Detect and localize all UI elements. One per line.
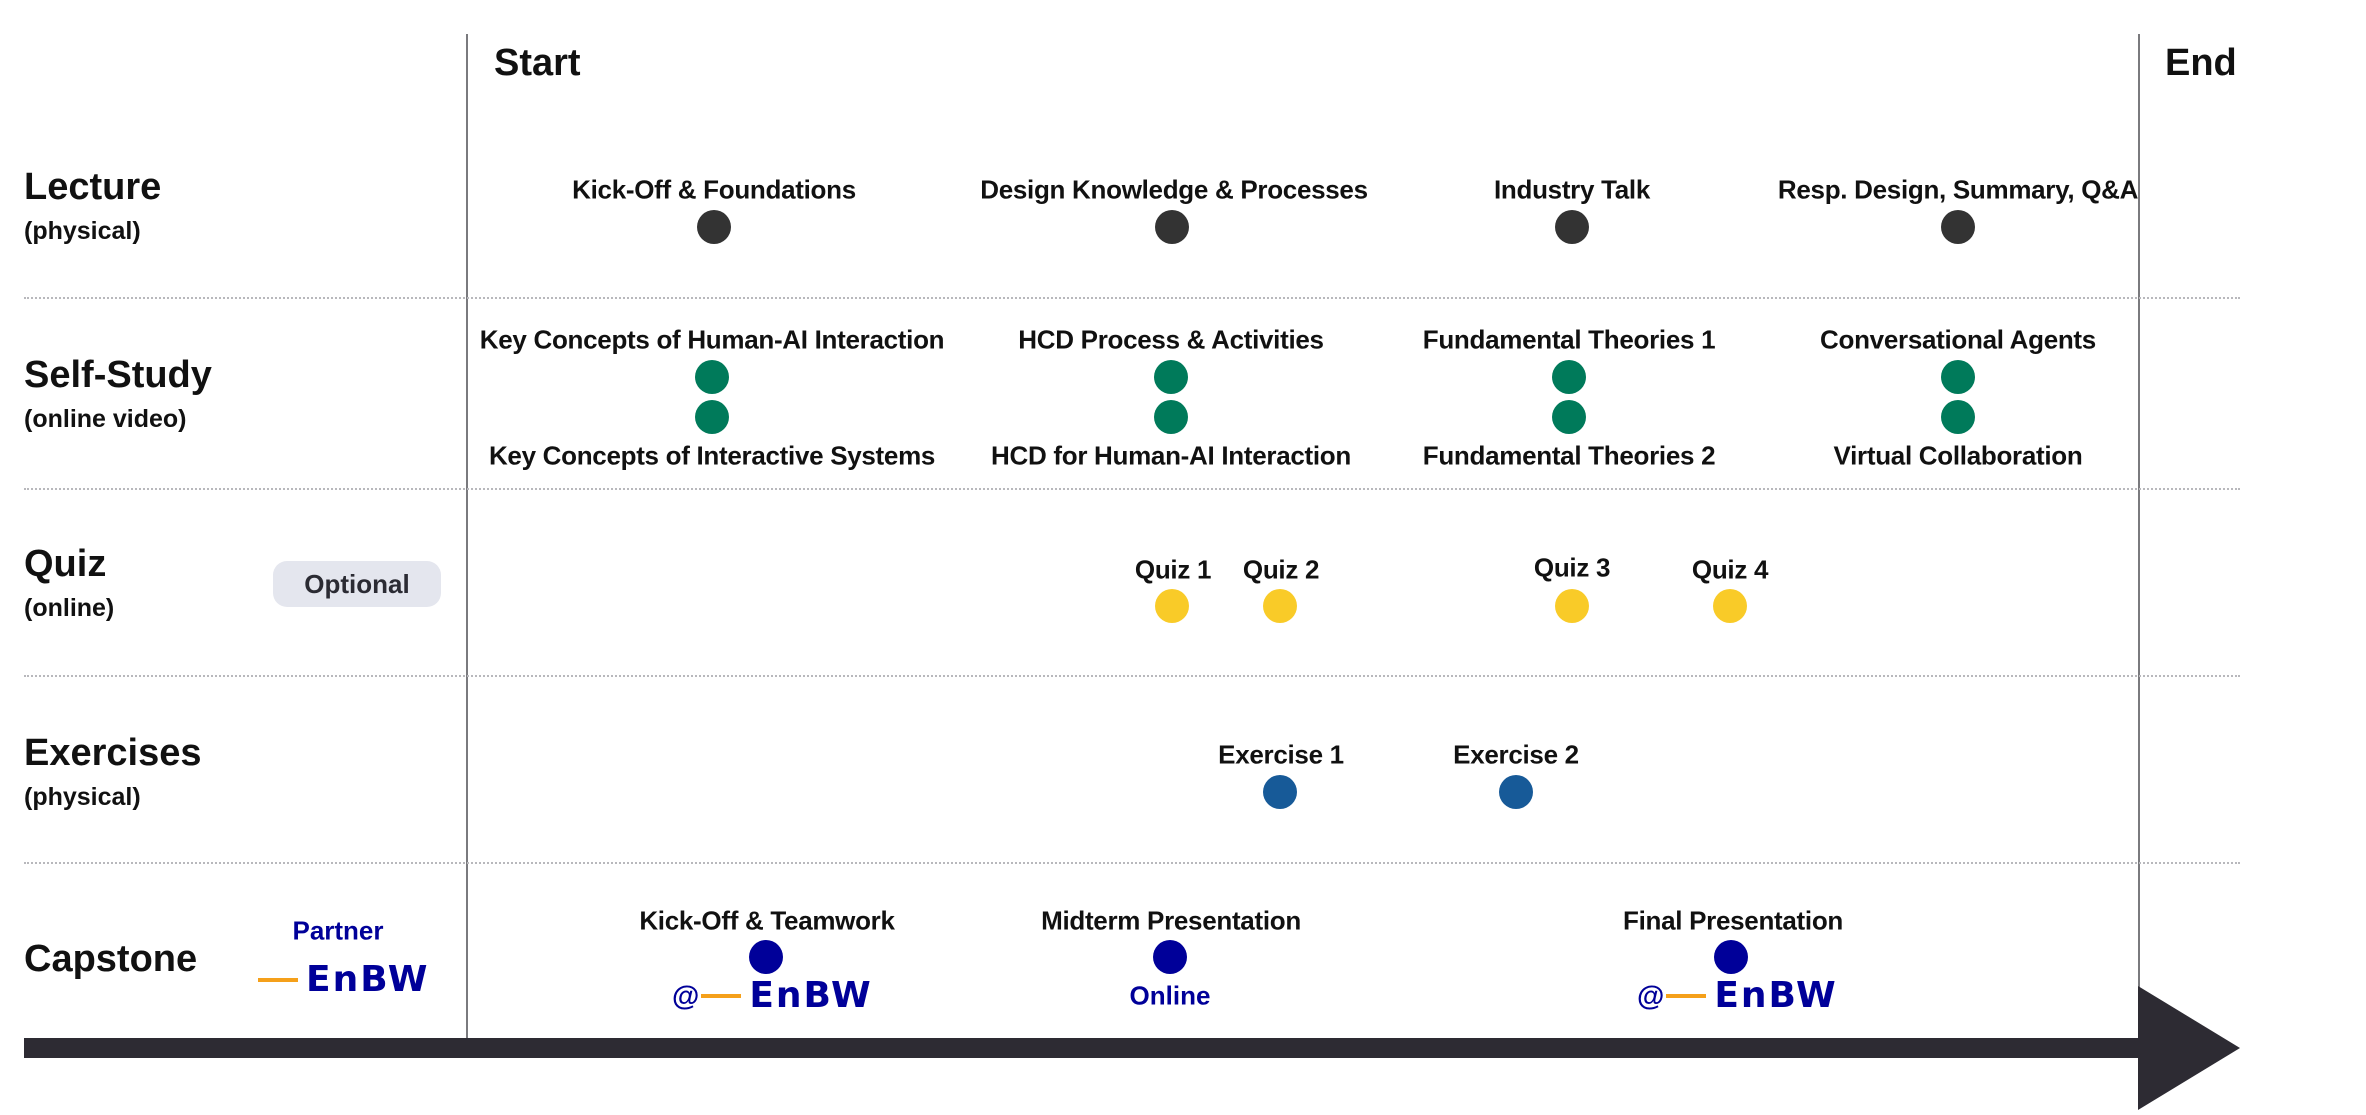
lecture-dot — [697, 210, 731, 244]
quiz-dot — [1155, 589, 1189, 623]
row-title: Lecture — [24, 166, 162, 208]
exercise-dot — [1263, 775, 1297, 809]
row-title: Self-Study — [24, 354, 212, 396]
enbw-logo: EnBW — [258, 959, 429, 1000]
lecture-dot — [1155, 210, 1189, 244]
at-sign: @ — [1637, 979, 1665, 1011]
self-study-label-top: HCD Process & Activities — [1018, 324, 1324, 355]
lecture-label: Industry Talk — [1494, 174, 1650, 205]
enbw-logo-text: EnBW — [749, 975, 873, 1016]
capstone-label: Final Presentation — [1623, 905, 1843, 936]
quiz-label: Quiz 2 — [1242, 554, 1320, 585]
capstone-location-online: Online — [1129, 980, 1211, 1011]
row-subtitle: (physical) — [24, 217, 141, 245]
self-study-dot — [695, 400, 729, 434]
quiz-dot — [1263, 589, 1297, 623]
enbw-logo-stroke-icon — [701, 993, 742, 998]
self-study-label-bottom: HCD for Human-AI Interaction — [991, 440, 1351, 471]
partner-label: Partner — [292, 915, 384, 946]
self-study-dot — [1154, 400, 1188, 434]
self-study-dot — [1552, 400, 1586, 434]
enbw-logo-stroke-icon — [258, 977, 298, 982]
self-study-label-top: Fundamental Theories 1 — [1422, 324, 1716, 355]
row-divider — [24, 675, 2240, 677]
enbw-logo-stroke-icon — [1666, 993, 1707, 998]
quiz-label: Quiz 4 — [1691, 554, 1769, 585]
quiz-dot — [1713, 589, 1747, 623]
self-study-label-bottom: Key Concepts of Interactive Systems — [488, 440, 936, 471]
start-boundary-line — [466, 34, 468, 1038]
self-study-label-top: Key Concepts of Human-AI Interaction — [479, 324, 945, 355]
quiz-label: Quiz 1 — [1134, 554, 1212, 585]
capstone-location-enbw: @ EnBW — [672, 975, 873, 1016]
row-divider — [24, 488, 2240, 490]
self-study-label-bottom: Virtual Collaboration — [1833, 440, 2083, 471]
self-study-dot — [1154, 360, 1188, 394]
quiz-dot — [1555, 589, 1589, 623]
exercise-label: Exercise 1 — [1218, 739, 1344, 770]
phase-start-label: Start — [494, 42, 581, 84]
lecture-label: Kick-Off & Foundations — [572, 174, 856, 205]
self-study-dot — [1552, 360, 1586, 394]
lecture-label: Design Knowledge & Processes — [980, 174, 1368, 205]
exercise-dot — [1499, 775, 1533, 809]
capstone-dot — [1153, 940, 1187, 974]
self-study-dot — [1941, 360, 1975, 394]
capstone-dot — [749, 940, 783, 974]
row-subtitle: (physical) — [24, 783, 141, 811]
self-study-dot — [695, 360, 729, 394]
capstone-label: Kick-Off & Teamwork — [639, 905, 895, 936]
at-sign: @ — [672, 979, 700, 1011]
row-divider — [24, 862, 2240, 864]
self-study-dot — [1941, 400, 1975, 434]
enbw-logo-text: EnBW — [1714, 975, 1838, 1016]
exercise-label: Exercise 2 — [1453, 739, 1579, 770]
end-boundary-line — [2138, 34, 2140, 988]
row-subtitle: (online) — [24, 594, 115, 622]
row-subtitle: (online video) — [24, 405, 187, 433]
capstone-dot — [1714, 940, 1748, 974]
timeline-arrow-head-icon — [2138, 986, 2240, 1110]
quiz-label: Quiz 3 — [1533, 552, 1611, 583]
capstone-location-enbw: @ EnBW — [1637, 975, 1838, 1016]
row-title: Exercises — [24, 732, 202, 774]
lecture-dot — [1555, 210, 1589, 244]
row-divider — [24, 297, 2240, 299]
row-title: Quiz — [24, 543, 107, 585]
timeline-arrow-shaft — [24, 1038, 2144, 1058]
self-study-label-top: Conversational Agents — [1820, 324, 2096, 355]
row-title: Capstone — [24, 938, 198, 980]
capstone-label: Midterm Presentation — [1041, 905, 1301, 936]
enbw-logo-text: EnBW — [306, 959, 430, 1000]
self-study-label-bottom: Fundamental Theories 2 — [1422, 440, 1716, 471]
lecture-dot — [1941, 210, 1975, 244]
optional-badge: Optional — [273, 561, 441, 607]
phase-end-label: End — [2165, 42, 2237, 84]
lecture-label: Resp. Design, Summary, Q&A — [1777, 174, 2139, 205]
